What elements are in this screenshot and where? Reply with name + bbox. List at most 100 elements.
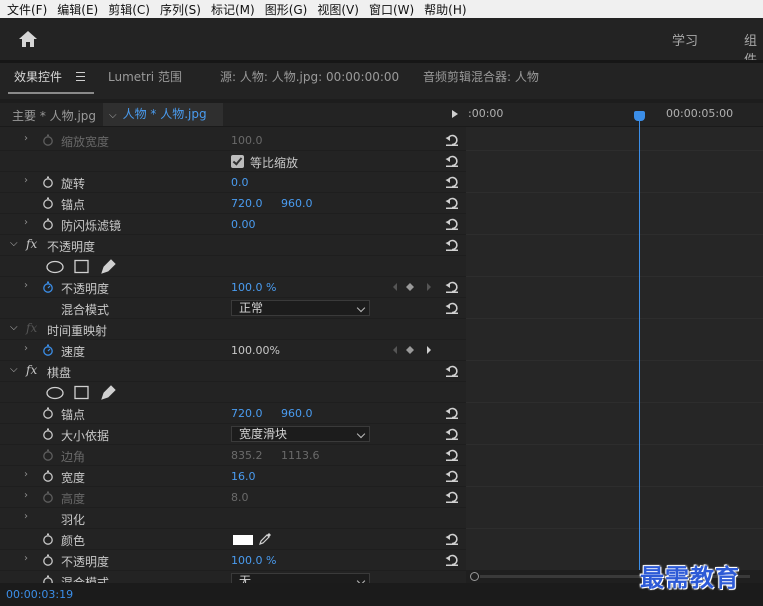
- stopwatch-icon[interactable]: [42, 470, 54, 482]
- keyframe-nav-icon[interactable]: [392, 344, 432, 356]
- property-label: 高度: [61, 492, 86, 506]
- menu-help[interactable]: 帮助(H): [424, 1, 466, 18]
- reset-icon[interactable]: [445, 175, 459, 189]
- chevron-right-icon[interactable]: ›: [24, 343, 28, 354]
- workspace-learn[interactable]: 学习: [672, 30, 698, 49]
- fx-icon[interactable]: fx: [26, 237, 37, 251]
- reset-icon[interactable]: [445, 532, 459, 546]
- stopwatch-icon[interactable]: [42, 449, 54, 461]
- master-clip-label[interactable]: 主要 * 人物.jpg: [12, 107, 96, 124]
- play-only-clip-icon[interactable]: [452, 110, 458, 118]
- property-label: 不透明度: [61, 282, 110, 296]
- reset-icon[interactable]: [445, 133, 459, 147]
- reset-icon[interactable]: [445, 301, 459, 315]
- property-value-y[interactable]: 960.0: [281, 197, 313, 210]
- chevron-down-icon[interactable]: ⌵: [10, 364, 18, 375]
- tab-effect-controls[interactable]: 效果控件: [14, 68, 62, 85]
- menu-window[interactable]: 窗口(W): [369, 1, 414, 18]
- uniform-scale-checkbox[interactable]: [231, 155, 244, 168]
- property-label: 边角: [61, 450, 86, 464]
- menu-clip[interactable]: 剪辑(C): [108, 1, 150, 18]
- mask-tools-row: [0, 382, 466, 403]
- property-value[interactable]: 16.0: [231, 470, 256, 483]
- chevron-right-icon[interactable]: ›: [24, 217, 28, 228]
- reset-icon[interactable]: [445, 406, 459, 420]
- playhead-handle[interactable]: [634, 111, 645, 121]
- property-row-antiflicker: › 防闪烁滤镜 0.00: [0, 214, 466, 235]
- menu-sequence[interactable]: 序列(S): [160, 1, 201, 18]
- menu-file[interactable]: 文件(F): [7, 1, 47, 18]
- stopwatch-icon[interactable]: [42, 134, 54, 146]
- chevron-right-icon[interactable]: ›: [24, 490, 28, 501]
- stopwatch-icon[interactable]: [42, 407, 54, 419]
- current-clip-label: 人物 * 人物.jpg: [122, 107, 207, 121]
- chevron-down-icon[interactable]: ⌵: [10, 322, 18, 333]
- mask-tools: [46, 259, 116, 274]
- reset-icon[interactable]: [445, 427, 459, 441]
- reset-icon[interactable]: [445, 154, 459, 168]
- stopwatch-icon[interactable]: [42, 554, 54, 566]
- reset-icon[interactable]: [445, 490, 459, 504]
- keyframe-nav-icon[interactable]: [392, 281, 432, 293]
- playhead-line[interactable]: [639, 121, 640, 591]
- chevron-down-icon[interactable]: ⌵: [10, 238, 18, 249]
- property-value-x[interactable]: 720.0: [231, 197, 263, 210]
- chevron-right-icon[interactable]: ›: [24, 469, 28, 480]
- current-clip-dropdown[interactable]: ⌵ 人物 * 人物.jpg: [103, 103, 223, 126]
- tab-audio-clip-mixer[interactable]: 音频剪辑混合器: 人物: [423, 68, 539, 85]
- stopwatch-active-icon[interactable]: [42, 281, 54, 293]
- effect-header-time-remap[interactable]: ⌵ fx 时间重映射: [0, 319, 466, 340]
- stopwatch-icon[interactable]: [42, 491, 54, 503]
- size-from-select[interactable]: 宽度滑块: [231, 426, 370, 442]
- home-icon[interactable]: [18, 30, 38, 48]
- effect-label: 时间重映射: [47, 324, 108, 338]
- chevron-right-icon[interactable]: ›: [24, 175, 28, 186]
- menu-view[interactable]: 视图(V): [317, 1, 359, 18]
- fx-icon[interactable]: fx: [26, 363, 37, 377]
- stopwatch-icon[interactable]: [42, 176, 54, 188]
- chevron-right-icon[interactable]: ›: [24, 511, 28, 522]
- chevron-right-icon[interactable]: ›: [24, 553, 28, 564]
- property-value-y[interactable]: 960.0: [281, 407, 313, 420]
- blend-mode-select[interactable]: 正常: [231, 300, 370, 316]
- current-timecode[interactable]: 00:00:03:19: [6, 588, 73, 601]
- stopwatch-icon[interactable]: [42, 428, 54, 440]
- property-row-uniform-scale: 等比缩放: [0, 151, 466, 172]
- property-value[interactable]: 0.00: [231, 218, 256, 231]
- property-row-color: 颜色: [0, 529, 466, 550]
- reset-icon[interactable]: [445, 448, 459, 462]
- reset-icon[interactable]: [445, 469, 459, 483]
- chevron-right-icon[interactable]: ›: [24, 280, 28, 291]
- stopwatch-icon[interactable]: [42, 218, 54, 230]
- stopwatch-active-icon[interactable]: [42, 344, 54, 356]
- effect-timeline[interactable]: [466, 103, 763, 583]
- chevron-right-icon[interactable]: ›: [24, 133, 28, 144]
- property-value[interactable]: 100.0 %: [231, 554, 276, 567]
- stopwatch-icon[interactable]: [42, 197, 54, 209]
- divider: [466, 486, 763, 487]
- panel-menu-icon[interactable]: [76, 72, 85, 81]
- scrollbar-handle[interactable]: [470, 572, 479, 581]
- reset-icon[interactable]: [445, 238, 459, 252]
- tab-lumetri-scopes[interactable]: Lumetri 范围: [108, 68, 182, 85]
- reset-icon[interactable]: [445, 553, 459, 567]
- stopwatch-icon[interactable]: [42, 533, 54, 545]
- menu-marker[interactable]: 标记(M): [211, 1, 255, 18]
- reset-icon[interactable]: [445, 217, 459, 231]
- effect-header-opacity[interactable]: ⌵ fx 不透明度: [0, 235, 466, 256]
- menu-graphics[interactable]: 图形(G): [265, 1, 308, 18]
- tab-source[interactable]: 源: 人物: 人物.jpg: 00:00:00:00: [220, 68, 399, 85]
- menu-edit[interactable]: 编辑(E): [57, 1, 98, 18]
- effect-header-checkerboard[interactable]: ⌵ fx 棋盘: [0, 361, 466, 382]
- property-value[interactable]: 0.0: [231, 176, 249, 189]
- property-value[interactable]: 100.0 %: [231, 281, 276, 294]
- reset-icon[interactable]: [445, 280, 459, 294]
- reset-icon[interactable]: [445, 196, 459, 210]
- property-value[interactable]: 100.00%: [231, 344, 280, 357]
- eyedropper-icon[interactable]: [258, 532, 272, 546]
- property-value-x[interactable]: 720.0: [231, 407, 263, 420]
- pen-mask-icon: [101, 385, 116, 400]
- color-swatch[interactable]: [233, 535, 253, 545]
- reset-icon[interactable]: [445, 364, 459, 378]
- time-ruler[interactable]: :00:00 00:00:05:00: [466, 103, 763, 127]
